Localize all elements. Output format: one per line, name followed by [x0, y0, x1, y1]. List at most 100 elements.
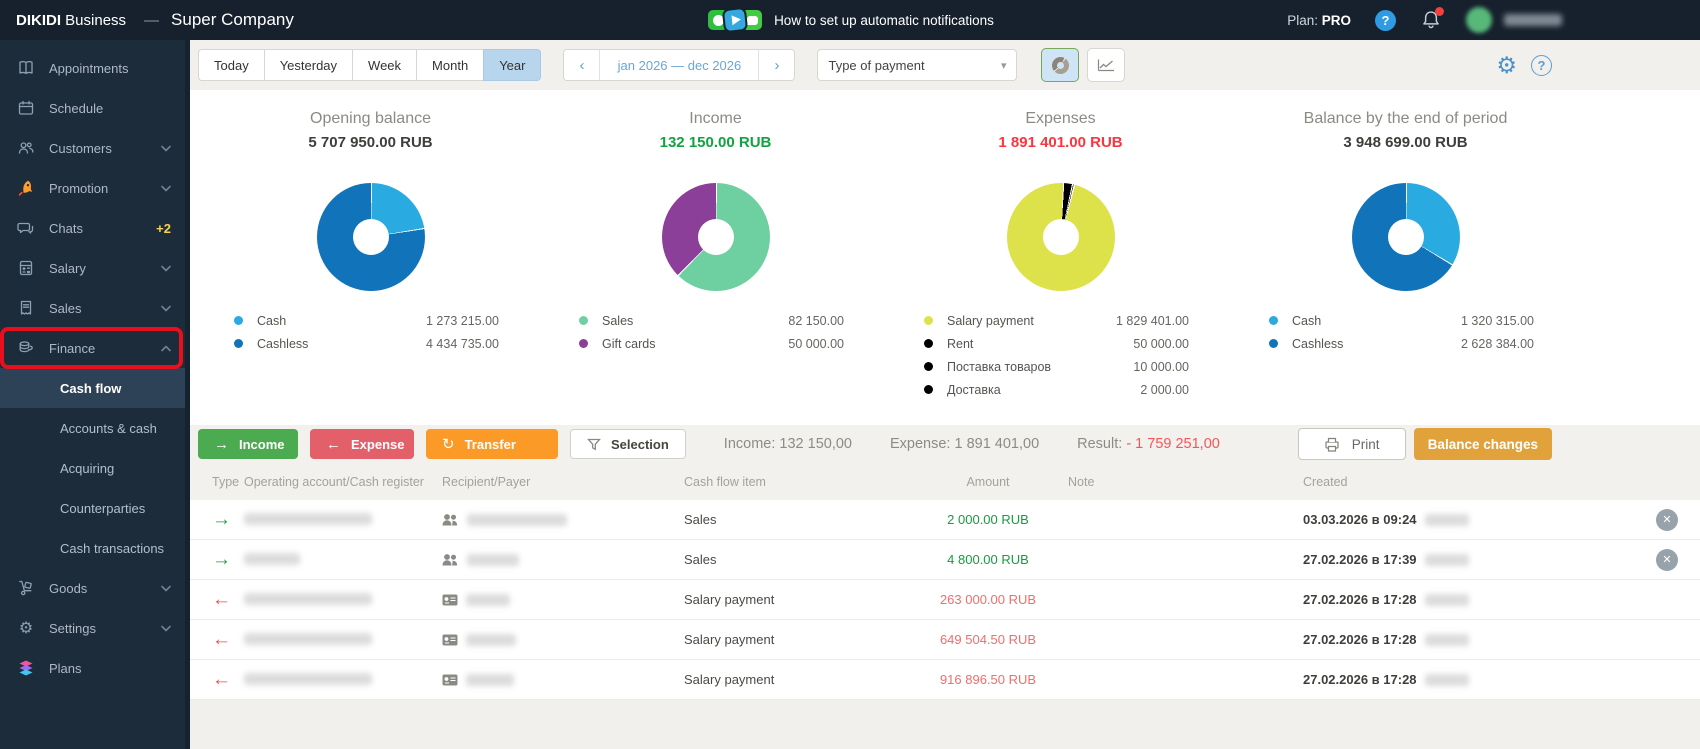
period-year-button[interactable]: Year [483, 49, 542, 81]
sidebar-item-sales[interactable]: Sales [0, 288, 185, 328]
app-logo[interactable]: DIKIDI Business [16, 12, 126, 29]
print-button[interactable]: Print [1297, 428, 1406, 460]
column-note: Note [1068, 474, 1095, 489]
recipient-cell [442, 593, 684, 606]
legend-value: 10 000.00 [1133, 359, 1189, 374]
account-blurred [244, 511, 442, 529]
cash-flow-item: Salary payment [684, 672, 775, 687]
legend-label: Cashless [1292, 336, 1344, 351]
sidebar-item-label: Goods [49, 580, 88, 596]
line-chart-icon [1098, 59, 1115, 72]
help-icon[interactable]: ? [1531, 54, 1552, 76]
period-today-button[interactable]: Today [198, 49, 264, 81]
sidebar-item-finance[interactable]: Finance [0, 327, 185, 369]
legend-label: Доставка [947, 382, 1001, 397]
add-income-button[interactable]: → Income [198, 429, 298, 459]
table-row[interactable]: ← Salary payment 263 000.00 RUB 27.02.20… [185, 580, 1700, 620]
recipient-blurred [466, 633, 516, 646]
legend-item: Rent 50 000.00 [924, 332, 1189, 355]
date-range-navigator: ‹ jan 2026 — dec 2026 › [563, 49, 796, 81]
period-month-button[interactable]: Month [416, 49, 484, 81]
transfer-icon: ↻ [442, 436, 455, 453]
next-period-button[interactable]: › [758, 50, 795, 80]
result-total: Result: - 1 759 251,00 [1077, 436, 1220, 452]
sidebar-item-schedule[interactable]: Schedule [0, 88, 185, 128]
sidebar-item-appointments[interactable]: Appointments [0, 48, 185, 88]
handtruck-icon [16, 579, 36, 597]
book-icon [16, 59, 36, 77]
donut-chart-icon [1051, 56, 1069, 74]
sidebar-item-cash-flow[interactable]: Cash flow [0, 368, 185, 408]
sidebar-item-cash-transactions[interactable]: Cash transactions [0, 528, 185, 568]
chevron-down-icon: ▾ [1000, 59, 1007, 72]
card-total: 3 948 699.00 RUB [1343, 134, 1468, 151]
sidebar-item-promotion[interactable]: Promotion [0, 168, 185, 208]
legend-dot [1269, 316, 1278, 325]
card-title: Balance by the end of period [1303, 110, 1508, 127]
sidebar-item-salary[interactable]: Salary [0, 248, 185, 288]
sidebar-item-counterparties[interactable]: Counterparties [0, 488, 185, 528]
people-icon [442, 513, 458, 525]
settings-gear-icon[interactable]: ⚙ [1496, 53, 1517, 77]
payment-type-dropdown[interactable]: Type of payment ▾ [817, 49, 1018, 81]
legend-value: 2 628 384.00 [1461, 336, 1534, 351]
sidebar-item-goods[interactable]: Goods [0, 568, 185, 608]
date-range-label[interactable]: jan 2026 — dec 2026 [600, 50, 758, 80]
period-week-button[interactable]: Week [352, 49, 417, 81]
sidebar-item-accounts-cash[interactable]: Accounts & cash [0, 408, 185, 448]
prev-period-button[interactable]: ‹ [564, 50, 601, 80]
column-account: Operating account/Cash register [244, 474, 424, 489]
sidebar-item-acquiring[interactable]: Acquiring [0, 448, 185, 488]
legend-item: Cashless 2 628 384.00 [1269, 332, 1534, 355]
table-row[interactable]: ← Salary payment 649 504.50 RUB 27.02.20… [185, 620, 1700, 660]
period-segmented-control: Today Yesterday Week Month Year [198, 49, 542, 81]
sidebar-item-plans[interactable]: Plans [0, 648, 185, 688]
plan-label: Plan: PRO [1287, 12, 1351, 28]
recipient-blurred [467, 513, 567, 526]
calculator-icon [16, 259, 36, 277]
income-total: Income: 132 150,00 [723, 436, 852, 452]
column-created: Created [1303, 474, 1348, 489]
notifications-bell-icon[interactable] [1420, 7, 1444, 31]
table-row[interactable]: → Sales 2 000.00 RUB 03.03.2026 в 09:24 … [185, 500, 1700, 540]
line-chart-view-button[interactable] [1087, 48, 1126, 82]
author-blurred [1424, 553, 1469, 566]
donut-chart-view-button[interactable] [1041, 48, 1080, 82]
chevron-down-icon [161, 145, 171, 152]
delete-row-button[interactable]: ✕ [1656, 548, 1678, 571]
chevron-down-icon [161, 305, 171, 312]
income-card: Income 132 150.00 RUB Sales 82 150.00 Gi… [543, 90, 888, 425]
card-icon [442, 674, 458, 685]
help-icon[interactable]: ? [1375, 9, 1396, 31]
company-name[interactable]: Super Company [171, 10, 294, 30]
account-blurred [244, 631, 442, 649]
coins-icon [16, 339, 36, 357]
sidebar-item-chats[interactable]: Chats +2 [0, 208, 185, 248]
card-icon [442, 594, 458, 605]
amount: 649 504.50 RUB [939, 632, 1037, 647]
expense-arrow-icon: ← [212, 588, 231, 610]
balance-changes-button[interactable]: Balance changes [1413, 428, 1552, 460]
author-blurred [1424, 673, 1469, 686]
brand-light: Business [65, 11, 127, 29]
sidebar-item-customers[interactable]: Customers [0, 128, 185, 168]
income-donut-chart [661, 183, 770, 291]
period-yesterday-button[interactable]: Yesterday [263, 49, 353, 81]
selection-filter-button[interactable]: Selection [570, 429, 686, 459]
arrow-left-icon: ← [326, 435, 341, 453]
add-expense-button[interactable]: ← Expense [310, 429, 414, 459]
receipt-icon [16, 299, 36, 317]
legend-value: 50 000.00 [788, 336, 844, 351]
avatar[interactable] [1466, 7, 1492, 33]
gear-icon: ⚙ [18, 620, 34, 637]
table-row[interactable]: ← Salary payment 916 896.50 RUB 27.02.20… [185, 660, 1700, 700]
chat-icon [16, 219, 36, 237]
sidebar-item-label: Sales [49, 300, 82, 316]
legend-dot [1269, 339, 1278, 348]
table-row[interactable]: → Sales 4 800.00 RUB 27.02.2026 в 17:39 … [185, 540, 1700, 580]
sidebar-item-settings[interactable]: ⚙ Settings [0, 608, 185, 648]
opening-balance-card: Opening balance 5 707 950.00 RUB Cash 1 … [198, 90, 543, 425]
transfer-button[interactable]: ↻ Transfer [426, 429, 558, 459]
notification-banner-link[interactable]: How to set up automatic notifications [774, 13, 994, 28]
delete-row-button[interactable]: ✕ [1656, 508, 1678, 531]
